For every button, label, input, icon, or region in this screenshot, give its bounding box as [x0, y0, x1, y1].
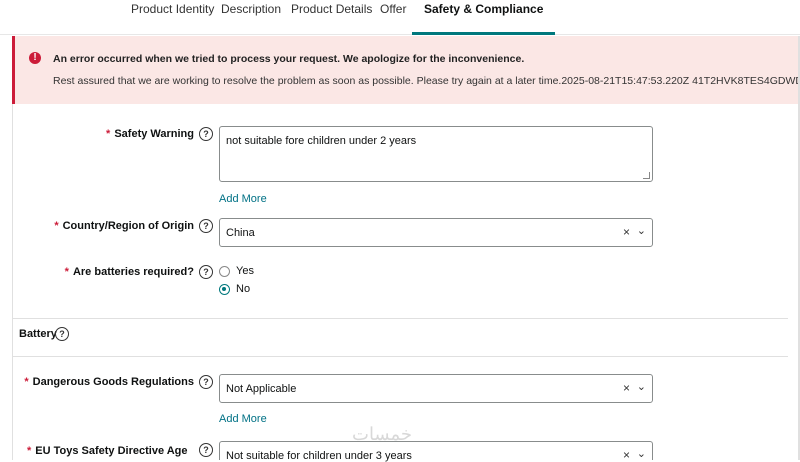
safety-warning-value: not suitable fore children under 2 years — [226, 135, 417, 147]
tab-bar: Product Identity Description Product Det… — [0, 0, 800, 35]
alert-title: An error occurred when we tried to proce… — [53, 53, 525, 65]
eu-toys-age-label-text: EU Toys Safety Directive Age — [35, 445, 188, 457]
required-marker: * — [24, 376, 29, 388]
tab-product-identity[interactable]: Product Identity — [131, 0, 214, 34]
eu-toys-age-select[interactable]: Not suitable for children under 3 years … — [219, 441, 653, 462]
clear-icon[interactable]: × — [623, 381, 630, 395]
battery-section-title: Battery — [19, 328, 57, 340]
country-of-origin-value: China — [226, 227, 255, 239]
required-marker: * — [27, 445, 32, 457]
tab-label: Product Details — [291, 2, 373, 16]
dangerous-goods-select[interactable]: Not Applicable × ⌄ — [219, 374, 653, 403]
required-marker: * — [54, 220, 59, 232]
safety-warning-textarea[interactable]: not suitable fore children under 2 years — [219, 126, 653, 182]
help-icon[interactable]: ? — [55, 327, 69, 341]
watermark: خمسات — [352, 424, 413, 444]
alert-message: Rest assured that we are working to reso… — [53, 75, 800, 87]
country-of-origin-label: * Country/Region of Origin — [54, 220, 194, 232]
help-icon[interactable]: ? — [199, 443, 213, 457]
resize-handle[interactable] — [643, 172, 650, 179]
chevron-down-icon[interactable]: ⌄ — [637, 447, 646, 460]
battery-section-title-text: Battery — [19, 328, 57, 340]
tab-label: Safety & Compliance — [424, 2, 544, 16]
help-icon[interactable]: ? — [199, 375, 213, 389]
tab-offer[interactable]: Offer — [380, 0, 406, 34]
radio-label: Yes — [236, 265, 254, 277]
tab-safety-compliance[interactable]: Safety & Compliance — [412, 0, 556, 35]
chevron-down-icon[interactable]: ⌄ — [637, 224, 646, 237]
section-divider — [12, 318, 788, 319]
tab-label: Product Identity — [131, 2, 215, 16]
radio-button[interactable] — [219, 266, 230, 277]
country-of-origin-label-text: Country/Region of Origin — [62, 220, 194, 232]
dangerous-goods-value: Not Applicable — [226, 383, 297, 395]
eu-toys-age-label: * EU Toys Safety Directive Age — [27, 445, 188, 457]
section-divider — [12, 356, 788, 357]
chevron-down-icon[interactable]: ⌄ — [637, 380, 646, 393]
dangerous-goods-label: * Dangerous Goods Regulations — [24, 376, 194, 388]
content-border — [12, 104, 13, 460]
tab-product-details[interactable]: Product Details — [291, 0, 372, 34]
safety-warning-label-text: Safety Warning — [114, 128, 194, 140]
error-alert: ! An error occurred when we tried to pro… — [12, 36, 800, 104]
batteries-required-label: * Are batteries required? — [65, 266, 194, 278]
dangerous-goods-label-text: Dangerous Goods Regulations — [32, 376, 194, 388]
help-icon[interactable]: ? — [199, 219, 213, 233]
dangerous-goods-add-more-link[interactable]: Add More — [219, 413, 267, 425]
error-icon: ! — [29, 52, 41, 64]
batteries-required-label-text: Are batteries required? — [72, 266, 194, 278]
tab-label: Offer — [380, 2, 407, 16]
required-marker: * — [106, 128, 111, 140]
required-marker: * — [64, 266, 69, 278]
clear-icon[interactable]: × — [623, 225, 630, 239]
active-tab-indicator — [412, 32, 556, 35]
safety-warning-add-more-link[interactable]: Add More — [219, 193, 267, 205]
tab-label: Description — [221, 2, 282, 16]
radio-button-selected[interactable] — [219, 284, 230, 295]
help-icon[interactable]: ? — [199, 265, 213, 279]
eu-toys-age-value: Not suitable for children under 3 years — [226, 450, 412, 462]
radio-label: No — [236, 283, 251, 295]
safety-warning-label: * Safety Warning — [106, 128, 194, 140]
tab-description[interactable]: Description — [221, 0, 281, 34]
country-of-origin-select[interactable]: China × ⌄ — [219, 218, 653, 247]
help-icon[interactable]: ? — [199, 127, 213, 141]
